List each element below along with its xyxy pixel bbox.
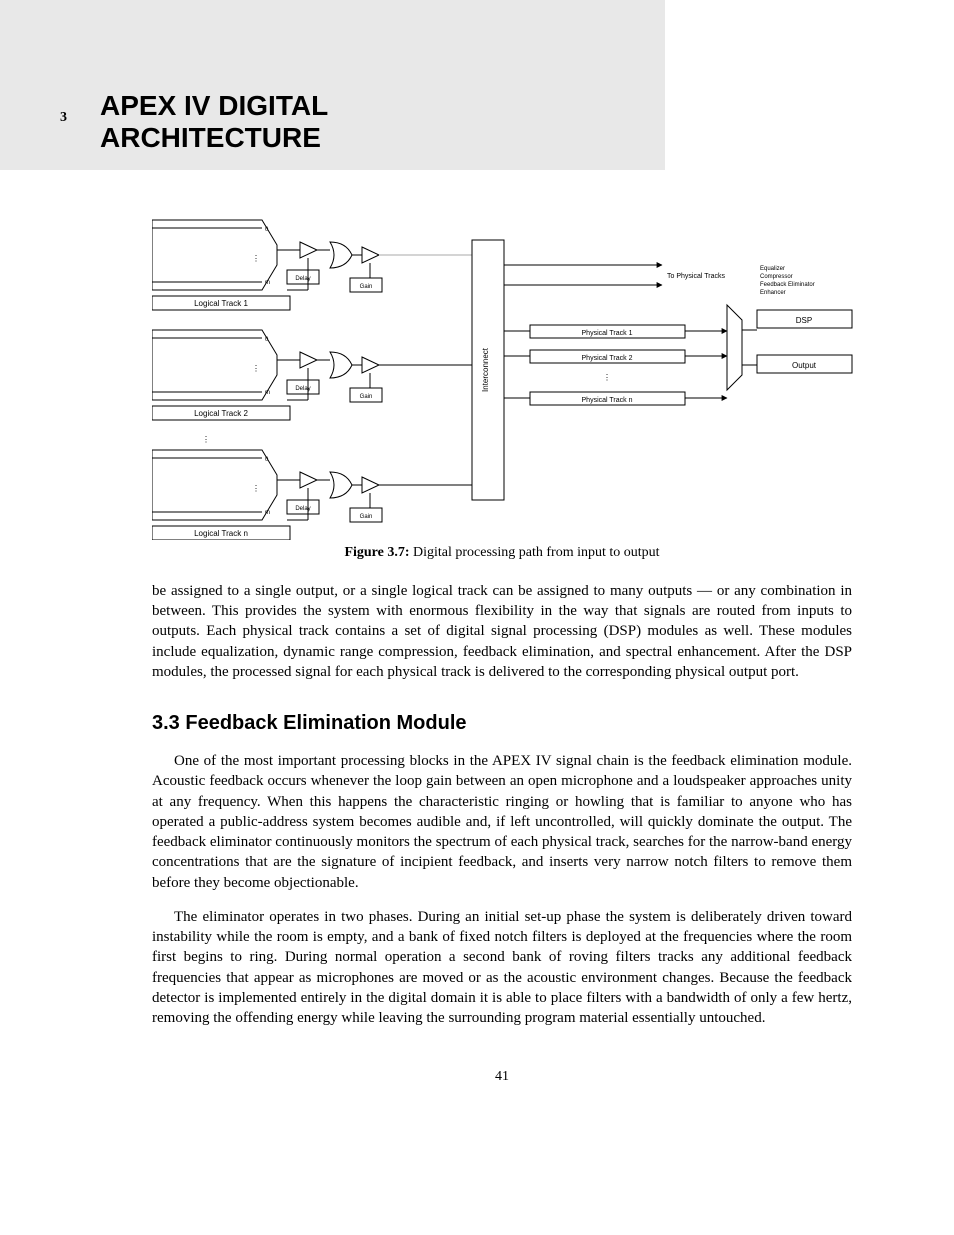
logical-track-1-label: Logical Track 1 (194, 299, 248, 308)
svg-text:⋮: ⋮ (252, 484, 260, 493)
svg-text:Delay: Delay (295, 506, 310, 512)
chapter-title-line2: ARCHITECTURE (100, 122, 321, 153)
body-paragraph-3: The eliminator operates in two phases. D… (152, 907, 852, 1029)
figure-caption-text: Digital processing path from input to ou… (413, 545, 660, 560)
dsp-label: DSP (796, 316, 812, 325)
ellipsis-icon: ⋮ (202, 435, 210, 444)
body-paragraph-1: be assigned to a single output, or a sin… (152, 581, 852, 682)
to-physical-tracks-label: To Physical Tracks (667, 273, 725, 280)
svg-text:Gain: Gain (360, 514, 373, 520)
output-label: Output (792, 361, 817, 370)
delay-label: Delay (295, 276, 310, 282)
body-paragraph-2: One of the most important processing blo… (152, 751, 852, 893)
figure-caption: Figure 3.7: Digital processing path from… (152, 544, 852, 563)
ellipsis-icon: ⋮ (603, 373, 611, 382)
physical-track-2-label: Physical Track 2 (582, 355, 633, 362)
svg-text:Gain: Gain (360, 394, 373, 400)
svg-text:⋮: ⋮ (252, 364, 260, 373)
mux-input-m: m (265, 280, 270, 286)
dsp-items: Equalizer CompressorFeedback EliminatorE… (760, 266, 815, 296)
figure-diagram: 0 m ⋮ Delay Gain Logical Track 1 0 m (152, 170, 872, 540)
svg-text:Delay: Delay (295, 386, 310, 392)
physical-track-n-label: Physical Track n (582, 397, 633, 404)
figure-caption-label: Figure 3.7: (344, 545, 409, 560)
gain-label: Gain (360, 284, 373, 290)
mux-dots-icon: ⋮ (252, 254, 260, 263)
svg-text:m: m (265, 510, 270, 516)
section-heading: 3.3 Feedback Elimination Module (152, 710, 852, 737)
svg-text:m: m (265, 390, 270, 396)
chapter-title: APEX IV DIGITAL ARCHITECTURE (100, 90, 328, 154)
chapter-header: 3 APEX IV DIGITAL ARCHITECTURE (0, 0, 665, 170)
interconnect-label: Interconnect (481, 347, 490, 392)
chapter-title-line1: APEX IV DIGITAL (100, 90, 328, 121)
logical-track-n-label: Logical Track n (194, 529, 248, 538)
chapter-number: 3 (60, 110, 67, 126)
logical-track-2-label: Logical Track 2 (194, 409, 248, 418)
physical-track-1-label: Physical Track 1 (582, 330, 633, 337)
page-number: 41 (152, 1068, 852, 1087)
